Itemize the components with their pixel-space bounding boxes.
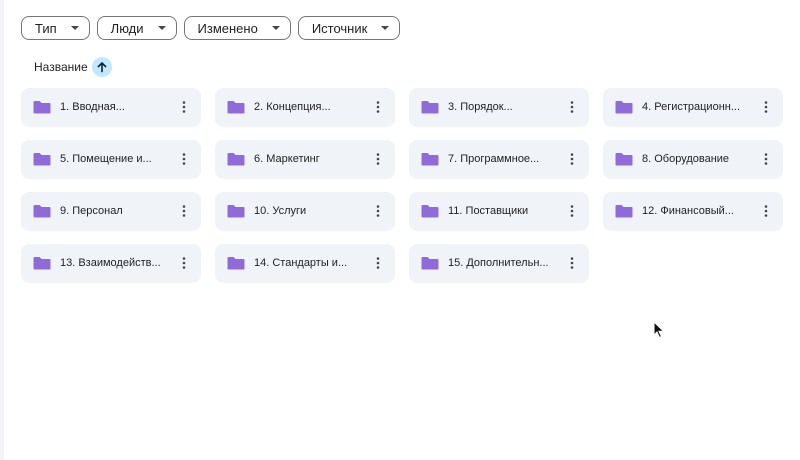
more-options-icon[interactable] [565,253,579,273]
folder-tile[interactable]: 2. Концепция... [215,88,395,126]
left-edge [0,0,4,460]
more-options-icon[interactable] [371,253,385,273]
folder-icon [227,100,245,114]
folder-icon [421,204,439,218]
filter-type-label: Тип [35,20,57,36]
more-options-icon[interactable] [177,97,191,117]
folder-name: 10. Услуги [254,205,307,217]
filter-people[interactable]: Люди [96,16,177,40]
more-options-icon[interactable] [177,149,191,169]
folder-tile[interactable]: 13. Взаимодейств... [21,244,201,282]
sort-direction-button[interactable] [91,57,112,77]
sort-header: Название [34,57,112,77]
more-options-icon[interactable] [565,149,579,169]
filter-type[interactable]: Тип [21,16,90,40]
more-options-icon[interactable] [371,149,385,169]
folder-name: 2. Концепция... [254,101,331,113]
folder-tile[interactable]: 9. Персонал [21,192,201,230]
folder-name: 9. Персонал [60,205,123,217]
folder-name: 5. Помещение и... [60,153,152,165]
folder-name: 14. Стандарты и... [254,257,348,269]
more-options-icon[interactable] [565,201,579,221]
more-options-icon[interactable] [371,97,385,117]
folder-name: 4. Регистрационн... [642,101,741,113]
arrow-up-icon [97,62,107,73]
more-options-icon[interactable] [565,97,579,117]
folder-icon [421,100,439,114]
folder-name: 8. Оборудование [642,153,730,165]
more-options-icon[interactable] [177,253,191,273]
folder-name: 6. Маркетинг [254,153,320,165]
more-options-icon[interactable] [759,149,773,169]
folder-tile[interactable]: 8. Оборудование [603,140,783,178]
caret-down-icon [70,26,79,30]
folder-tile[interactable]: 15. Дополнительн... [409,244,589,282]
caret-down-icon [157,26,166,30]
folder-grid: 1. Вводная... 2. Концепция... 3. Порядок..… [21,88,783,282]
folder-icon [33,100,51,114]
folder-tile[interactable]: 4. Регистрационн... [603,88,783,126]
folder-icon [33,204,51,218]
folder-name: 11. Поставщики [448,205,529,217]
folder-icon [227,256,245,270]
folder-icon [227,204,245,218]
folder-name: 12. Финансовый... [642,205,734,217]
filter-modified-label: Изменено [197,20,258,36]
folder-name: 3. Порядок... [448,101,513,113]
filter-bar: Тип Люди Изменено Источник [21,16,401,40]
folder-icon [33,256,51,270]
folder-tile[interactable]: 11. Поставщики [409,192,589,230]
more-options-icon[interactable] [177,201,191,221]
folder-tile[interactable]: 5. Помещение и... [21,140,201,178]
more-options-icon[interactable] [759,201,773,221]
filter-people-label: Люди [110,20,144,36]
folder-icon [615,152,633,166]
folder-icon [615,204,633,218]
filter-source[interactable]: Источник [297,16,401,40]
filter-source-label: Источник [311,20,368,36]
folder-icon [227,152,245,166]
folder-tile[interactable]: 7. Программное... [409,140,589,178]
more-options-icon[interactable] [759,97,773,117]
mouse-cursor-icon [653,321,665,339]
folder-icon [615,100,633,114]
folder-tile[interactable]: 14. Стандарты и... [215,244,395,282]
filter-modified[interactable]: Изменено [183,16,291,40]
folder-name: 1. Вводная... [60,101,125,113]
folder-icon [33,152,51,166]
more-options-icon[interactable] [371,201,385,221]
folder-name: 15. Дополнительн... [448,257,549,269]
caret-down-icon [381,26,390,30]
folder-name: 13. Взаимодейств... [60,257,161,269]
folder-tile[interactable]: 1. Вводная... [21,88,201,126]
caret-down-icon [271,26,280,30]
folder-tile[interactable]: 6. Маркетинг [215,140,395,178]
folder-tile[interactable]: 12. Финансовый... [603,192,783,230]
sort-label[interactable]: Название [34,60,88,74]
folder-tile[interactable]: 3. Порядок... [409,88,589,126]
folder-icon [421,256,439,270]
folder-icon [421,152,439,166]
folder-tile[interactable]: 10. Услуги [215,192,395,230]
folder-name: 7. Программное... [448,153,540,165]
